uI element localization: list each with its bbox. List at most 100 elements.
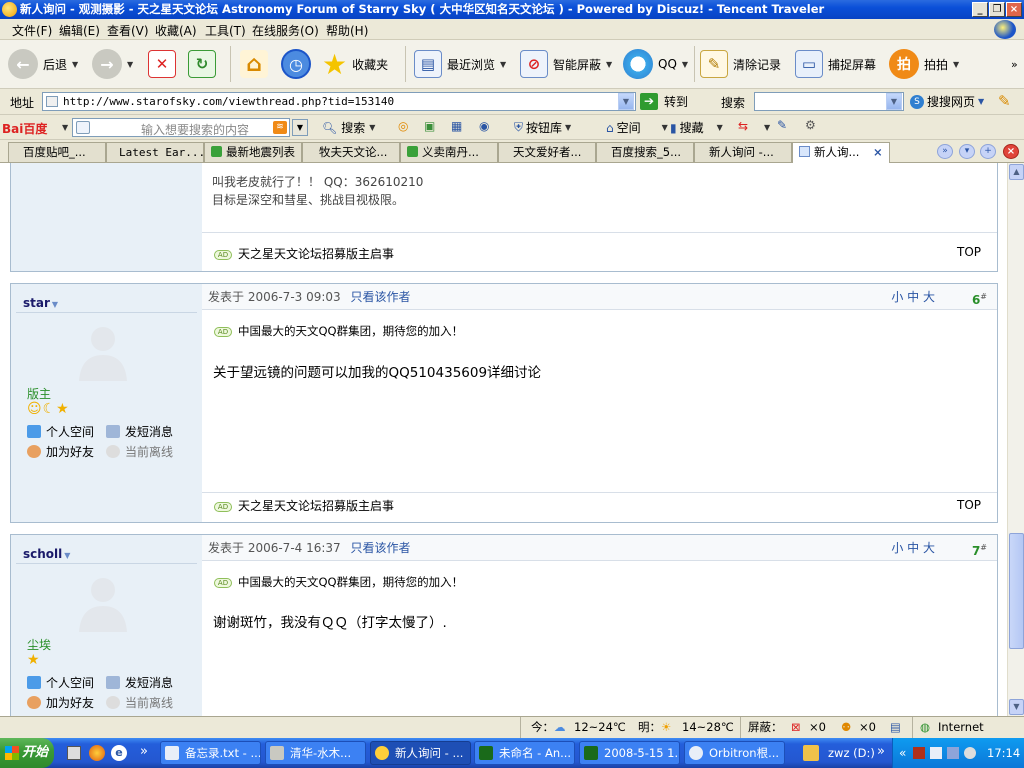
task-tsinghua[interactable]: 清华-水木... [265, 741, 366, 765]
menu-tools[interactable]: 工具(T) [205, 22, 246, 39]
send-message-link[interactable]: 发短消息 [106, 674, 173, 691]
image-icon[interactable]: ▣ [424, 119, 435, 133]
recent-button[interactable]: ▤ 最近浏览 ▼ [414, 47, 506, 81]
tab-charity-sale[interactable]: 义卖南丹... [400, 142, 498, 162]
baidu-logo[interactable]: Bai百度 [2, 120, 47, 137]
minimize-button[interactable]: _ [972, 2, 988, 17]
toolbar-more-icon[interactable]: » [1011, 58, 1018, 71]
task-notepad[interactable]: 备忘录.txt - ... [160, 741, 261, 765]
task-untitled[interactable]: 未命名 - An... [474, 741, 575, 765]
search-web-button[interactable]: S 搜搜网页 ▼ [910, 93, 984, 110]
paipai-button[interactable]: 拍 拍拍 ▼ [889, 47, 959, 81]
baidu-search-input[interactable]: 输入想要搜索的内容 ≋ [72, 118, 290, 137]
only-author-link[interactable]: 只看该作者 [351, 541, 411, 555]
settings-gear-icon[interactable]: ⚙ [805, 118, 816, 132]
add-friend-link[interactable]: 加为好友 [27, 694, 94, 711]
author-name[interactable]: scholl ▼ [23, 547, 70, 561]
url-input[interactable]: http://www.starofsky.com/viewthread.php?… [42, 92, 636, 111]
baidu-search-button[interactable]: 🔍︎ 搜索 ▼ [322, 119, 375, 136]
drive-label[interactable]: zwz (D:) [828, 738, 875, 768]
tab-baidu-search[interactable]: 百度搜索_5... [596, 142, 694, 162]
font-size-controls[interactable]: 小 中 大 [891, 535, 935, 561]
chevron-down-icon[interactable]: ▼ [62, 123, 68, 132]
task-date-file[interactable]: 2008-5-15 1... [579, 741, 680, 765]
ad-block-icon[interactable]: ⚉ [841, 717, 851, 738]
tab-earthquake-list[interactable]: 最新地震列表 [204, 142, 302, 162]
mascot-icon[interactable]: ◉ [479, 119, 489, 133]
font-size-controls[interactable]: 小 中 大 [891, 284, 935, 310]
add-friend-link[interactable]: 加为好友 [27, 443, 94, 460]
table-icon[interactable]: ▦ [451, 119, 462, 133]
personal-space-link[interactable]: 个人空间 [27, 423, 94, 440]
avatar[interactable] [73, 572, 133, 632]
toolbar-search-input[interactable] [754, 92, 904, 111]
ad-link[interactable]: AD 天之星天文论坛招募版主启事 [214, 245, 394, 262]
close-all-tabs-icon[interactable]: × [1003, 144, 1019, 159]
ad-link[interactable]: AD 天之星天文论坛招募版主启事 [214, 497, 394, 514]
author-name[interactable]: star ▼ [23, 296, 58, 310]
tray-volume-icon[interactable] [964, 747, 976, 759]
refresh-button[interactable]: ↻ [188, 47, 216, 81]
url-dropdown-button[interactable]: ▼ [618, 93, 634, 110]
scroll-down-button[interactable]: ▼ [1009, 699, 1024, 715]
highlight-pen-icon[interactable]: ✎ [777, 118, 787, 132]
scroll-up-button[interactable]: ▲ [1009, 164, 1024, 180]
send-message-link[interactable]: 发短消息 [106, 423, 173, 440]
firefox-icon[interactable] [89, 745, 105, 761]
menu-file[interactable]: 文件(F) [12, 22, 52, 39]
button-library-button[interactable]: ⛨ 按钮库 ▼ [514, 119, 571, 136]
maximize-button[interactable]: ❐ [989, 2, 1005, 17]
ie-icon[interactable]: e [111, 745, 127, 761]
tab-new-icon[interactable]: + [980, 144, 996, 159]
menu-favorites[interactable]: 收藏(A) [155, 22, 197, 39]
ad-banner[interactable]: AD 中国最大的天文QQ群集团，期待您的加入！ [214, 574, 463, 590]
personal-space-link[interactable]: 个人空间 [27, 674, 94, 691]
favorites-button[interactable]: ★ 收藏夹 [322, 47, 388, 81]
tab-astronomy-lovers[interactable]: 天文爱好者... [498, 142, 596, 162]
tab-scroll-icon[interactable]: » [937, 144, 953, 159]
souyi-button[interactable]: ▮ 搜藏 ▼ [670, 119, 723, 136]
close-tab-icon[interactable]: × [873, 143, 883, 161]
qq-button[interactable]: QQ ▼ [623, 47, 688, 81]
tab-newbie-question[interactable]: 新人询问 -... [694, 142, 792, 162]
globe-icon[interactable]: ◎ [398, 119, 408, 133]
tab-mufu-forum[interactable]: 牧夫天文论... [302, 142, 400, 162]
clear-history-button[interactable]: ✎ 清除记录 [700, 47, 781, 81]
filter-icon[interactable]: ▤ [890, 717, 901, 738]
tab-latest-earthquakes[interactable]: Latest Ear... [106, 142, 204, 162]
popup-icon[interactable]: ⊠ [791, 717, 801, 738]
menu-online[interactable]: 在线服务(O) [252, 22, 319, 39]
search-dropdown-button[interactable]: ▼ [886, 93, 902, 110]
baidu-dropdown-button[interactable]: ▼ [292, 119, 308, 136]
block-button[interactable]: ⊘ 智能屏蔽 ▼ [520, 47, 612, 81]
stop-button[interactable]: ✕ [148, 47, 176, 81]
task-orbitron[interactable]: Orbitron根... [684, 741, 785, 765]
tab-tieba[interactable]: 百度贴吧_... [8, 142, 106, 162]
translate-icon[interactable]: ⇆ [738, 119, 748, 133]
back-button[interactable]: ← 后退 ▼ [8, 47, 78, 81]
folder-icon[interactable] [803, 745, 819, 761]
space-button[interactable]: ⌂ 空间 ▼ [606, 119, 668, 136]
top-link[interactable]: TOP [957, 498, 981, 512]
scroll-thumb[interactable] [1009, 533, 1024, 649]
history-button[interactable]: ◷ [281, 47, 311, 81]
tab-newbie-question-active[interactable]: 新人询... × [792, 142, 890, 163]
menu-help[interactable]: 帮助(H) [326, 22, 368, 39]
avatar[interactable] [73, 321, 133, 381]
menu-view[interactable]: 查看(V) [107, 22, 149, 39]
pencil-icon[interactable]: ✎ [998, 92, 1011, 110]
chevron-down-icon[interactable]: ▼ [764, 123, 770, 132]
ad-banner[interactable]: AD 中国最大的天文QQ群集团，期待您的加入！ [214, 323, 463, 339]
tray-java-icon[interactable] [930, 747, 942, 759]
show-desktop-icon[interactable] [67, 746, 81, 760]
quicklaunch-more-icon[interactable]: » [140, 744, 148, 759]
capture-button[interactable]: ▭ 捕捉屏幕 [795, 47, 876, 81]
tray-butterfly-icon[interactable] [913, 747, 925, 759]
close-button[interactable]: × [1006, 2, 1022, 17]
vertical-scrollbar[interactable]: ▲ ▼ [1007, 163, 1024, 716]
menu-edit[interactable]: 编辑(E) [59, 22, 100, 39]
tray-network-icon[interactable] [947, 747, 959, 759]
task-browser-active[interactable]: 新人询问 - ... [370, 741, 471, 765]
tray-expand-icon[interactable]: « [899, 738, 906, 768]
taskbar-more-icon[interactable]: » [877, 744, 885, 759]
